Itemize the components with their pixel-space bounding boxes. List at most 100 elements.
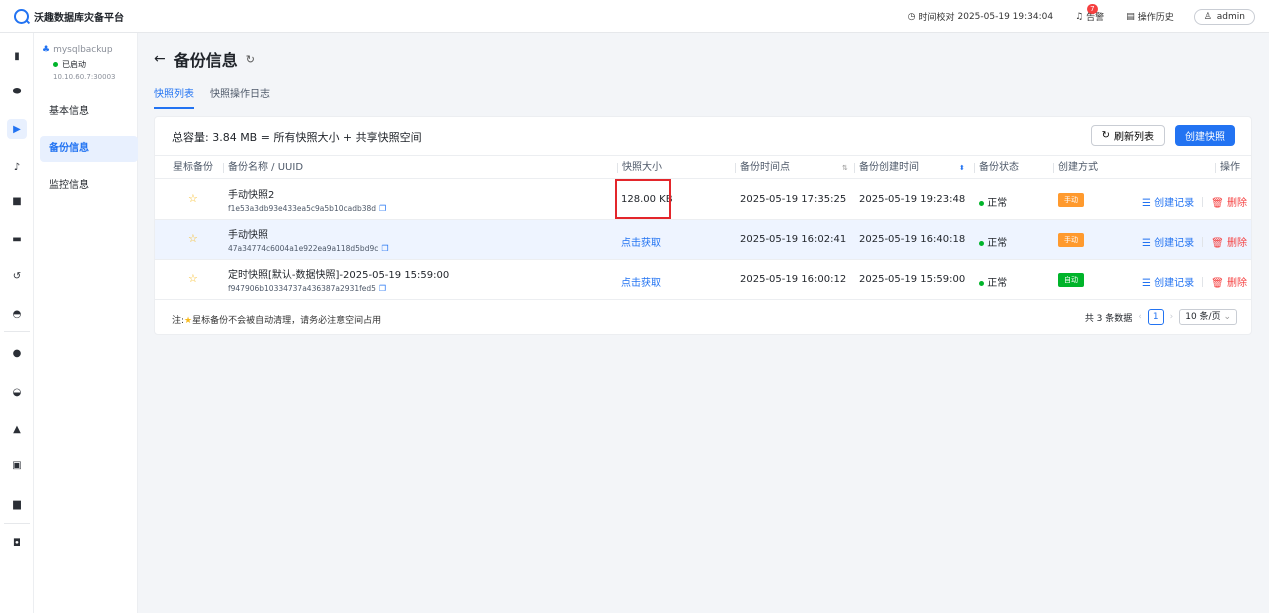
car-icon[interactable]: ▬ <box>7 229 27 249</box>
snapshot-name: 手动快照2 <box>228 190 275 201</box>
delete-link[interactable]: 🗑 删除 <box>1211 194 1247 209</box>
top-right-tools: ◷ 时间校对 2025-05-19 19:34:04 ♫ 告警 7 ▤ 操作历史… <box>894 0 1255 33</box>
time-sync-value: 2025-05-19 19:34:04 <box>957 11 1054 22</box>
clock-icon: ◷ <box>907 11 916 22</box>
snapshot-name: 定时快照[默认-数据快照]-2025-05-19 15:59:00 <box>228 270 450 281</box>
subnav-item-monitor[interactable]: 监控信息 <box>34 173 138 199</box>
screen-icon[interactable]: ▣ <box>7 455 27 475</box>
col-created[interactable]: 备份创建时间 ⬍ <box>854 156 965 180</box>
prev-page-icon[interactable]: ‹ <box>1138 312 1142 322</box>
row-actions: ☰ 创建记录 🗑 删除 <box>1142 194 1247 209</box>
chat-icon[interactable]: ■ <box>7 191 27 211</box>
half-circle-icon[interactable]: ◒ <box>7 382 27 402</box>
alerts-badge: 7 <box>1087 4 1098 14</box>
table-row[interactable]: ☆ 定时快照[默认-数据快照]-2025-05-19 15:59:00 f947… <box>155 260 1251 300</box>
backup-time: 2025-05-19 16:00:12 <box>740 274 847 285</box>
copy-icon[interactable]: ❐ <box>381 244 388 253</box>
uuid-text: f1e53a3db93e433ea5c9a5b10cadb38d <box>228 204 377 213</box>
next-page-icon[interactable]: › <box>1170 312 1174 322</box>
table-header: 星标备份 备份名称 / UUID 快照大小 备份时间点 ⇅ 备份创建时间 ⬍ 备份状… <box>155 155 1251 179</box>
star-filled-icon: ★ <box>184 316 193 326</box>
snapshot-name-cell: 定时快照[默认-数据快照]-2025-05-19 15:59:00 f94790… <box>228 266 449 293</box>
create-record-link[interactable]: ☰ 创建记录 <box>1142 274 1194 289</box>
star-icon[interactable]: ☆ <box>188 232 198 245</box>
instance-name-text: mysqlbackup <box>53 45 113 55</box>
total-count: 共 3 条数据 <box>1084 313 1133 324</box>
time-sync[interactable]: ◷ 时间校对 2025-05-19 19:34:04 <box>907 10 1054 24</box>
hierarchy-icon: ♣ <box>42 45 51 55</box>
backup-created: 2025-05-19 15:59:00 <box>859 274 966 285</box>
snapshot-card: 总容量: 3.84 MB = 所有快照大小 + 共享快照空间 ↻ 刷新列表 创建… <box>154 116 1252 335</box>
snapshot-uuid: f1e53a3db93e433ea5c9a5b10cadb38d ❐ <box>228 204 386 213</box>
page-current[interactable]: 1 <box>1147 309 1164 325</box>
star-icon[interactable]: ☆ <box>188 192 198 205</box>
music-note-icon[interactable]: ♪ <box>7 157 27 177</box>
fetch-size-link[interactable]: 点击获取 <box>621 234 661 249</box>
note-text: 星标备份不会被自动清理，请务必注意空间占用 <box>192 316 382 326</box>
history-button[interactable]: ▤ 操作历史 <box>1126 10 1174 24</box>
tab-snapshot-list[interactable]: 快照列表 <box>154 85 194 109</box>
create-snapshot-button[interactable]: 创建快照 <box>1175 125 1235 146</box>
undo-icon[interactable]: ↺ <box>7 266 27 286</box>
back-arrow-icon[interactable]: ← <box>154 51 166 67</box>
page-size-select[interactable]: 10 条/页 ⌄ <box>1179 309 1237 325</box>
action-divider <box>1202 276 1204 287</box>
bar-chart-icon[interactable]: ▮ <box>7 46 27 66</box>
instance-status-text: 已启动 <box>62 60 86 69</box>
status-text: 正常 <box>987 238 1008 249</box>
status-text: 正常 <box>987 198 1008 209</box>
copy-icon[interactable]: ❐ <box>379 284 386 293</box>
table-row[interactable]: ☆ 手动快照 47a34774c6004a1e922ea9a118d5bd9c ❐… <box>155 220 1251 260</box>
status-badge: 正常 <box>979 234 1007 249</box>
user-icon[interactable]: ▲ <box>7 419 27 439</box>
logo-icon <box>14 8 29 24</box>
monitor-icon[interactable]: ◘ <box>7 533 27 553</box>
delete-link[interactable]: 🗑 删除 <box>1211 234 1247 249</box>
sort-icon: ⇅ <box>842 164 848 172</box>
star-icon[interactable]: ☆ <box>188 272 198 285</box>
create-record-link[interactable]: ☰ 创建记录 <box>1142 194 1194 209</box>
clipboard-icon[interactable]: ▆ <box>7 494 27 514</box>
snapshot-name-cell: 手动快照 47a34774c6004a1e922ea9a118d5bd9c ❐ <box>228 226 389 253</box>
col-status: 备份状态 <box>974 156 1019 180</box>
history-icon: ▤ <box>1126 11 1135 22</box>
subnav-item-backup[interactable]: 备份信息 <box>40 136 138 162</box>
row-actions: ☰ 创建记录 🗑 删除 <box>1142 274 1247 289</box>
user-name: admin <box>1216 11 1245 22</box>
subnav-item-basic[interactable]: 基本信息 <box>34 99 138 125</box>
status-dot-icon <box>979 241 984 246</box>
table-row[interactable]: ☆ 手动快照2 f1e53a3db93e433ea5c9a5b10cadb38d… <box>155 180 1251 220</box>
mode-badge: 手动 <box>1058 233 1084 247</box>
create-record-label: 创建记录 <box>1154 198 1195 209</box>
refresh-icon[interactable]: ↻ <box>246 53 255 66</box>
database-icon[interactable]: ⬬ <box>7 81 27 101</box>
backup-time: 2025-05-19 16:02:41 <box>740 234 847 245</box>
status-text: 正常 <box>987 278 1008 289</box>
highlight-box <box>615 179 671 219</box>
icon-rail: ▮ ⬬ ▶ ♪ ■ ▬ ↺ ◓ ● ◒ ▲ ▣ ▆ ◘ <box>0 33 34 613</box>
action-divider <box>1202 196 1204 207</box>
alerts-button[interactable]: ♫ 告警 7 <box>1075 4 1104 23</box>
tab-snapshot-log[interactable]: 快照操作日志 <box>210 85 270 109</box>
sort-icon: ⬍ <box>959 164 965 172</box>
row-actions: ☰ 创建记录 🗑 删除 <box>1142 234 1247 249</box>
rail-divider <box>4 331 30 332</box>
user-menu[interactable]: ♙ admin <box>1193 8 1255 25</box>
gauge-icon[interactable]: ◓ <box>7 304 27 324</box>
col-created-label: 备份创建时间 <box>859 162 919 173</box>
history-label: 操作历史 <box>1137 13 1174 23</box>
backup-icon[interactable]: ▶ <box>7 119 27 139</box>
create-record-link[interactable]: ☰ 创建记录 <box>1142 234 1194 249</box>
page-title: 备份信息 <box>173 51 238 70</box>
fetch-size-link[interactable]: 点击获取 <box>621 274 661 289</box>
snapshot-uuid: f947906b10334737a436387a2931fed5 ❐ <box>228 284 449 293</box>
delete-link[interactable]: 🗑 删除 <box>1211 274 1247 289</box>
location-pin-icon[interactable]: ● <box>7 343 27 363</box>
refresh-list-button[interactable]: ↻ 刷新列表 <box>1090 125 1165 146</box>
snapshot-name: 手动快照 <box>228 230 268 241</box>
app-logo[interactable]: 沃趣数据库灾备平台 <box>14 8 124 24</box>
status-dot-icon <box>979 281 984 286</box>
copy-icon[interactable]: ❐ <box>379 204 386 213</box>
status-badge: 正常 <box>979 194 1007 209</box>
col-time[interactable]: 备份时间点 ⇅ <box>735 156 848 180</box>
